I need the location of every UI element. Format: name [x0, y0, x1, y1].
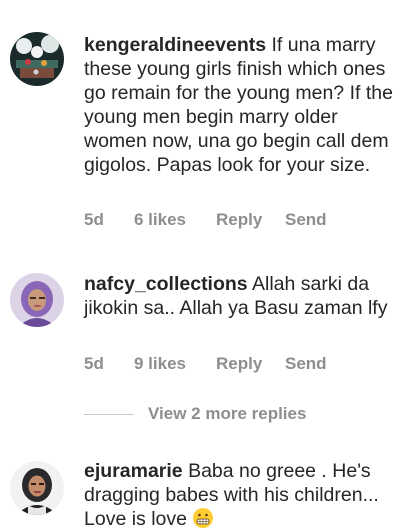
view-more-replies-button[interactable]: View 2 more replies: [148, 404, 306, 424]
reply-button[interactable]: Reply: [216, 210, 262, 230]
reply-button[interactable]: Reply: [216, 354, 262, 374]
event-decor-avatar-icon: [10, 32, 64, 86]
user-avatar[interactable]: [10, 32, 64, 86]
send-button[interactable]: Send: [285, 210, 327, 230]
comment-username[interactable]: kengeraldineevents: [84, 34, 266, 56]
comment-text-block: kengeraldineevents If una marry these yo…: [84, 33, 396, 177]
woman-headscarf-avatar-icon: [10, 461, 64, 515]
user-avatar[interactable]: [10, 461, 64, 515]
comment-time: 5d: [84, 210, 104, 229]
comment-username[interactable]: ejuramarie: [84, 460, 183, 482]
likes-count[interactable]: 6 likes: [134, 210, 186, 230]
replies-divider: [84, 414, 134, 415]
comment-text-block: nafcy_collections Allah sarki da jikokin…: [84, 272, 396, 320]
view-replies-row[interactable]: View 2 more replies: [84, 404, 384, 428]
comment-text-block: ejuramarie Baba no greee . He's dragging…: [84, 459, 396, 531]
comment-username[interactable]: nafcy_collections: [84, 273, 248, 295]
send-button[interactable]: Send: [285, 354, 327, 374]
likes-count[interactable]: 9 likes: [134, 354, 186, 374]
woman-hijab-avatar-icon: [10, 273, 64, 327]
comment-time: 5d: [84, 354, 104, 373]
user-avatar[interactable]: [10, 273, 64, 327]
grimacing-face-icon: [193, 508, 214, 528]
